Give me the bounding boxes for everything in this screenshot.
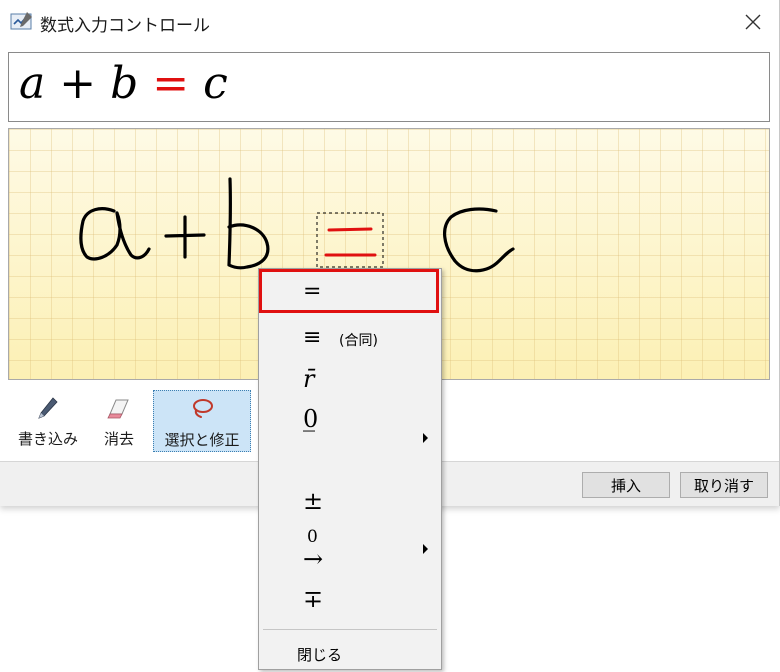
select-correct-tool-label: 選択と修正: [164, 431, 240, 449]
formula-a: a: [19, 58, 46, 109]
menu-symbol-equals: =: [303, 279, 322, 304]
math-input-app-icon: [10, 12, 32, 30]
formula-equals: =: [152, 58, 190, 109]
window-title: 数式入力コントロール: [40, 16, 210, 36]
menu-item-r-bar[interactable]: r̄: [259, 361, 441, 403]
erase-tool-button[interactable]: 消去: [94, 390, 144, 452]
menu-close-label: 閉じる: [297, 646, 343, 664]
menu-symbol-plus-minus: ±: [303, 487, 324, 515]
cancel-button[interactable]: 取り消す: [680, 472, 768, 498]
erase-tool-label: 消去: [103, 430, 134, 448]
correction-context-menu: = ≡ (合同) r̄ 0 ‾ ± 0 → ∓ 閉じる: [258, 268, 442, 670]
menu-item-plus-minus[interactable]: ±: [259, 487, 441, 523]
formula-text: a + b = c: [19, 58, 228, 109]
menu-symbol-zero-small: 0: [307, 527, 318, 547]
select-correct-tool-button[interactable]: 選択と修正: [153, 390, 251, 452]
close-icon: [745, 14, 761, 30]
formula-c: c: [203, 58, 228, 109]
formula-plus: +: [59, 58, 97, 109]
menu-item-zero-overline[interactable]: 0 ‾: [259, 403, 441, 467]
menu-symbol-congruent: ≡: [303, 325, 322, 350]
formula-preview: a + b = c: [8, 52, 770, 122]
write-tool-label: 書き込み: [17, 430, 78, 448]
menu-symbol-r-bar: r̄: [303, 365, 315, 393]
formula-b: b: [110, 58, 139, 109]
submenu-arrow-icon: [423, 433, 428, 443]
menu-separator: [263, 629, 437, 630]
menu-symbol-minus-plus: ∓: [303, 585, 324, 613]
menu-item-equals[interactable]: =: [259, 269, 441, 313]
menu-item-close[interactable]: 閉じる: [259, 637, 441, 669]
lasso-icon: [193, 399, 213, 418]
menu-item-minus-plus[interactable]: ∓: [259, 583, 441, 619]
submenu-arrow-icon: [423, 544, 428, 554]
menu-symbol-right-arrow: →: [303, 545, 324, 573]
pen-icon: [38, 397, 58, 419]
write-tool-button[interactable]: 書き込み: [8, 390, 88, 452]
insert-button[interactable]: 挿入: [582, 472, 670, 498]
eraser-icon: [107, 399, 129, 419]
menu-symbol-overline: ‾: [303, 427, 315, 455]
close-window-button[interactable]: [733, 0, 773, 44]
menu-item-zero-arrow[interactable]: 0 →: [259, 525, 441, 577]
menu-note-congruent: (合同): [339, 333, 378, 349]
selected-item-highlight: [259, 269, 439, 313]
menu-item-congruent[interactable]: ≡ (合同): [259, 317, 441, 359]
title-bar: 数式入力コントロール: [0, 0, 779, 44]
